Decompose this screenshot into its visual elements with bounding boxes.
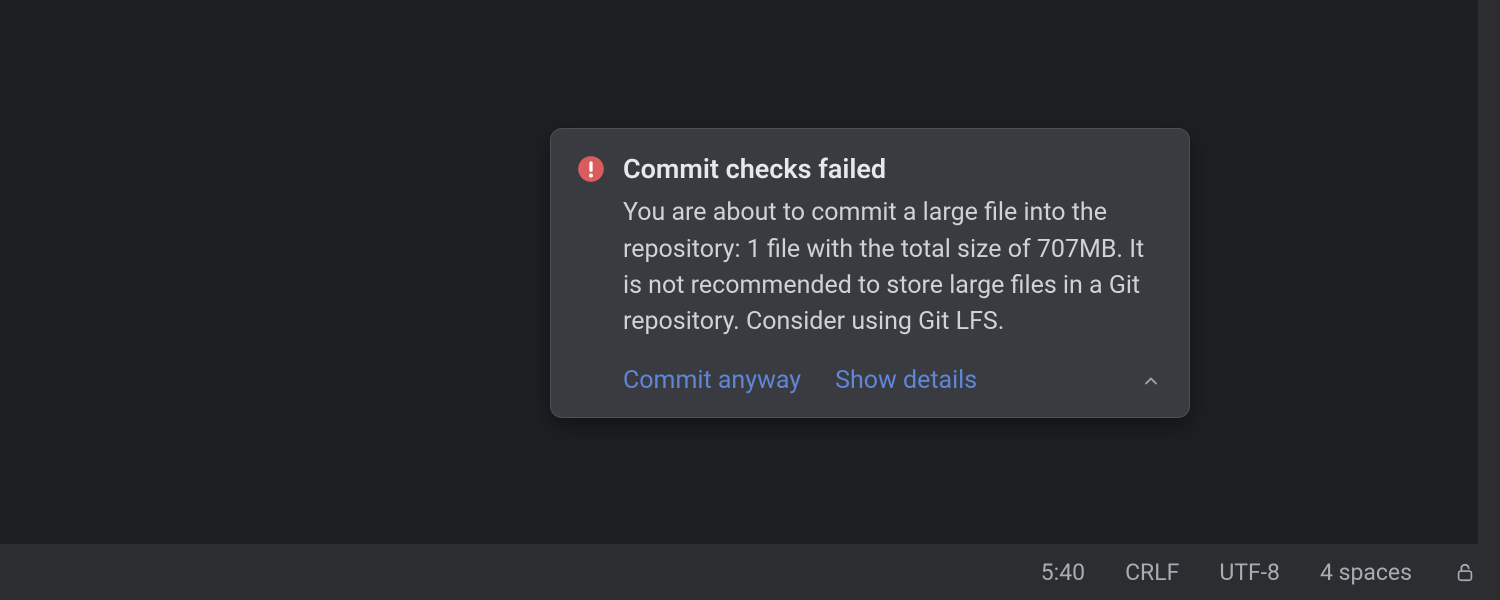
status-bar: 5:40 CRLF UTF-8 4 spaces <box>0 544 1500 600</box>
commit-anyway-link[interactable]: Commit anyway <box>623 366 801 395</box>
scrollbar-gutter <box>1478 0 1500 544</box>
indent-setting[interactable]: 4 spaces <box>1314 555 1418 590</box>
error-icon <box>577 155 605 183</box>
cursor-position[interactable]: 5:40 <box>1035 555 1091 590</box>
notification-body: You are about to commit a large file int… <box>623 195 1163 340</box>
commit-check-notification: Commit checks failed You are about to co… <box>550 128 1190 418</box>
file-encoding[interactable]: UTF-8 <box>1213 555 1286 590</box>
notification-actions: Commit anyway Show details <box>623 366 1163 395</box>
line-separator[interactable]: CRLF <box>1119 555 1185 590</box>
chevron-up-icon[interactable] <box>1139 369 1163 393</box>
show-details-link[interactable]: Show details <box>835 366 977 395</box>
unlock-icon[interactable] <box>1452 559 1478 585</box>
notification-header: Commit checks failed <box>577 153 1163 185</box>
notification-title: Commit checks failed <box>623 153 886 185</box>
